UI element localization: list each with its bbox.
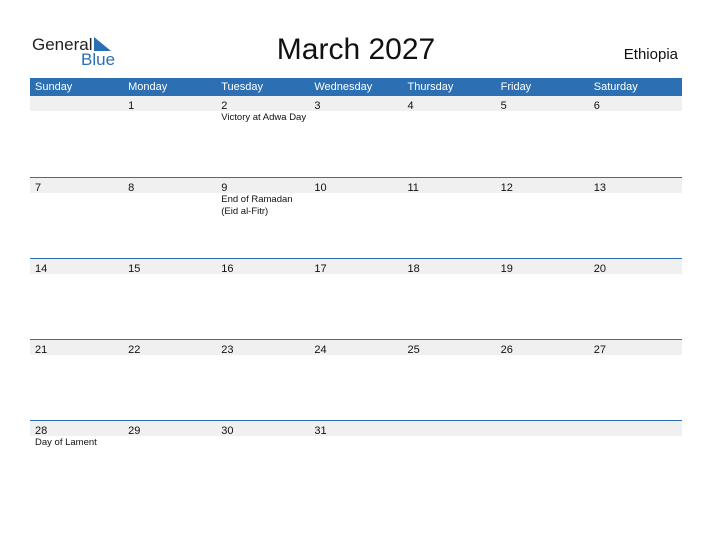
day-number: 22 <box>128 344 141 356</box>
day-number: 30 <box>221 425 234 437</box>
day-number: 14 <box>35 263 48 275</box>
day-number: 17 <box>314 263 327 275</box>
day-cell: 28 Day of Lament <box>30 421 123 448</box>
day-number: 31 <box>314 425 327 437</box>
day-number-row: 28 Day of Lament 29 30 31 <box>30 421 682 448</box>
day-cell <box>403 421 496 436</box>
day-number: 28 <box>35 425 48 437</box>
week-row: 21 22 23 24 25 26 27 <box>30 339 682 419</box>
weekday-thursday: Thursday <box>407 81 454 93</box>
week-row: 7 8 9 End of Ramadan (Eid al-Fitr) 10 11 12 13 <box>30 177 682 257</box>
day-cell: 8 <box>123 178 216 194</box>
day-cell: 6 <box>589 96 682 112</box>
day-number-row: 14 15 16 17 18 19 20 <box>30 259 682 275</box>
day-number: 13 <box>593 182 606 194</box>
day-cell: 30 <box>216 421 309 437</box>
day-cell: 22 <box>123 340 216 356</box>
day-number: 8 <box>128 182 135 194</box>
day-cell: 7 <box>30 178 123 194</box>
day-cell: 19 <box>496 259 589 275</box>
day-number: 19 <box>500 263 513 275</box>
day-number: 7 <box>35 182 42 194</box>
day-number-row: 1 2 Victory at Adwa Day 3 4 5 6 <box>30 96 682 123</box>
day-number: 5 <box>500 100 507 112</box>
day-number-row: 7 8 9 End of Ramadan (Eid al-Fitr) 10 11 12 13 <box>30 178 682 217</box>
day-cell: 9 End of Ramadan (Eid al-Fitr) <box>216 178 309 217</box>
day-cell: 18 <box>403 259 496 275</box>
day-number: 1 <box>128 100 135 112</box>
day-number: 11 <box>407 182 419 194</box>
day-cell: 1 <box>123 96 216 112</box>
day-cell: 20 <box>589 259 682 275</box>
holiday-label: Victory at Adwa Day <box>221 112 307 123</box>
day-cell: 16 <box>216 259 309 275</box>
day-cell: 25 <box>403 340 496 356</box>
weekday-tuesday: Tuesday <box>221 81 264 93</box>
weekday-monday: Monday <box>128 81 168 93</box>
holiday-label: End of Ramadan (Eid al-Fitr) <box>221 194 293 217</box>
holiday-label: Day of Lament <box>35 437 97 448</box>
day-number: 20 <box>593 263 606 275</box>
day-number: 21 <box>35 344 48 356</box>
day-cell: 26 <box>496 340 589 356</box>
day-number: 27 <box>593 344 606 356</box>
day-number: 16 <box>221 263 234 275</box>
day-cell: 27 <box>589 340 682 356</box>
calendar-page: General Blue March 2027 Ethiopia Sunday … <box>0 0 712 550</box>
weekday-friday: Friday <box>500 81 532 93</box>
week-row: 14 15 16 17 18 19 20 <box>30 258 682 338</box>
day-cell: 5 <box>496 96 589 112</box>
day-number: 15 <box>128 263 141 275</box>
day-number: 26 <box>500 344 513 356</box>
day-number: 25 <box>407 344 420 356</box>
day-cell: 2 Victory at Adwa Day <box>216 96 309 123</box>
country-label: Ethiopia <box>623 46 678 63</box>
day-number-row: 21 22 23 24 25 26 27 <box>30 340 682 356</box>
weekday-wednesday: Wednesday <box>314 81 373 93</box>
day-cell: 3 <box>309 96 402 112</box>
day-cell: 15 <box>123 259 216 275</box>
day-cell <box>496 421 589 436</box>
day-number: 6 <box>593 100 600 112</box>
day-number: 12 <box>500 182 513 194</box>
day-number: 9 <box>221 182 228 194</box>
day-cell: 4 <box>403 96 496 112</box>
day-number: 10 <box>314 182 327 194</box>
day-cell <box>30 96 123 111</box>
weekday-saturday: Saturday <box>593 81 638 93</box>
day-number: 29 <box>128 425 141 437</box>
week-row: 1 2 Victory at Adwa Day 3 4 5 6 <box>30 96 682 176</box>
day-number: 24 <box>314 344 327 356</box>
day-number: 2 <box>221 100 228 112</box>
day-cell: 17 <box>309 259 402 275</box>
day-number: 23 <box>221 344 234 356</box>
day-cell: 12 <box>496 178 589 194</box>
weekday-header: Sunday Monday Tuesday Wednesday Thursday… <box>30 78 682 96</box>
day-number: 4 <box>407 100 414 112</box>
day-cell: 24 <box>309 340 402 356</box>
day-cell: 21 <box>30 340 123 356</box>
day-cell: 29 <box>123 421 216 437</box>
day-cell: 14 <box>30 259 123 275</box>
day-cell: 11 <box>403 178 496 194</box>
page-title: March 2027 <box>276 33 436 66</box>
day-cell: 23 <box>216 340 309 356</box>
day-cell: 10 <box>309 178 402 194</box>
day-cell <box>589 421 682 436</box>
day-number: 3 <box>314 100 321 112</box>
day-number: 18 <box>407 263 420 275</box>
day-cell: 31 <box>309 421 402 437</box>
day-cell: 13 <box>589 178 682 194</box>
week-row: 28 Day of Lament 29 30 31 <box>30 420 682 500</box>
weekday-sunday: Sunday <box>35 81 73 93</box>
